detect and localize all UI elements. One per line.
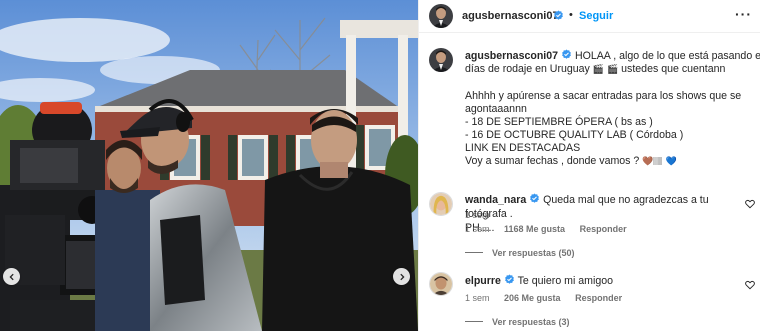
like-heart-icon[interactable] (745, 199, 755, 209)
comment-body-line-1: Te quiero mi amigoo (517, 275, 614, 287)
author-username[interactable]: agusbernasconi07 (462, 10, 559, 22)
next-photo-button[interactable] (393, 268, 410, 285)
caption-line-1: HOLAA , algo de lo que está pasando esto… (574, 50, 760, 62)
comment-username[interactable]: wanda_nara (465, 194, 526, 206)
reply-button[interactable]: Responder (580, 224, 627, 234)
caption-author-avatar[interactable] (429, 48, 453, 72)
post-media[interactable] (0, 0, 418, 331)
post-photo (0, 0, 418, 331)
comment-username[interactable]: elpurre (465, 275, 501, 287)
view-replies-button[interactable]: Ver respuestas (50) (465, 248, 575, 258)
view-replies-label: Ver respuestas (50) (492, 248, 575, 258)
verified-badge-icon (562, 49, 571, 59)
chevron-right-icon (399, 273, 405, 280)
comment-meta: 1 sem 1168 Me gusta Responder (465, 224, 639, 234)
verified-badge-icon (504, 274, 514, 284)
view-replies-label: Ver respuestas (3) (492, 317, 570, 327)
reply-button[interactable]: Responder (575, 293, 622, 303)
comment-timestamp[interactable]: 1 sem (465, 224, 490, 234)
post-header: agusbernasconi07 • Seguir ··· (419, 0, 760, 33)
comment-meta: 1 sem 206 Me gusta Responder (465, 293, 634, 303)
comment-likes[interactable]: 1168 Me gusta (504, 224, 565, 234)
caption-line-9: Voy a sumar fechas , donde vamos ? (465, 155, 640, 167)
author-avatar[interactable] (429, 4, 453, 28)
comment-timestamp[interactable]: 1 sem (465, 293, 490, 303)
comment-text: elpurre Te quiero mi amigoo (465, 274, 735, 288)
post-details-panel: agusbernasconi07 • Seguir ··· agusbernas… (418, 0, 760, 331)
caption-username[interactable]: agusbernasconi07 (465, 50, 558, 62)
verified-badge-icon (530, 193, 540, 203)
caption-line-7: - 16 DE OCTUBRE QUALITY LAB ( Córdoba ) (465, 129, 684, 141)
follow-button[interactable]: Seguir (579, 10, 613, 22)
caption-line-6: - 18 DE SEPTIEMBRE ÓPERA ( bs as ) (465, 116, 653, 128)
more-options-button[interactable]: ··· (735, 6, 752, 22)
caption-line-3: ustedes que cuentann (621, 63, 726, 75)
header-separator: • (569, 9, 573, 21)
replies-dash (465, 252, 483, 253)
clapper-emoji-icon: 🎬 (606, 65, 619, 75)
caption-line-2: días de rodaje en Uruguay (465, 63, 590, 75)
caption-line-8: LINK EN DESTACADAS (465, 142, 581, 154)
comment-avatar[interactable] (429, 192, 453, 216)
comment-likes[interactable]: 206 Me gusta (504, 293, 561, 303)
caption-line-5: agontaaannn (465, 103, 527, 115)
previous-photo-button[interactable] (3, 268, 20, 285)
caption-line-4: Ahhhh y apúrense a sacar entradas para l… (465, 90, 742, 102)
blue-heart-emoji-icon: 💙 (665, 157, 677, 167)
like-heart-icon[interactable] (745, 280, 755, 290)
caption-text: agusbernasconi07 HOLAA , algo de lo que … (465, 49, 760, 169)
clapper-emoji-icon: 🎬 (592, 65, 605, 75)
replies-dash (465, 321, 483, 322)
instagram-post-view: agusbernasconi07 • Seguir ··· agusbernas… (0, 0, 760, 331)
view-replies-button[interactable]: Ver respuestas (3) (465, 317, 570, 327)
chevron-left-icon (8, 273, 14, 280)
comment-avatar[interactable] (429, 272, 453, 296)
hands-emoji-icon: 🤎🏽 (642, 157, 663, 167)
verified-badge-icon (554, 10, 563, 20)
